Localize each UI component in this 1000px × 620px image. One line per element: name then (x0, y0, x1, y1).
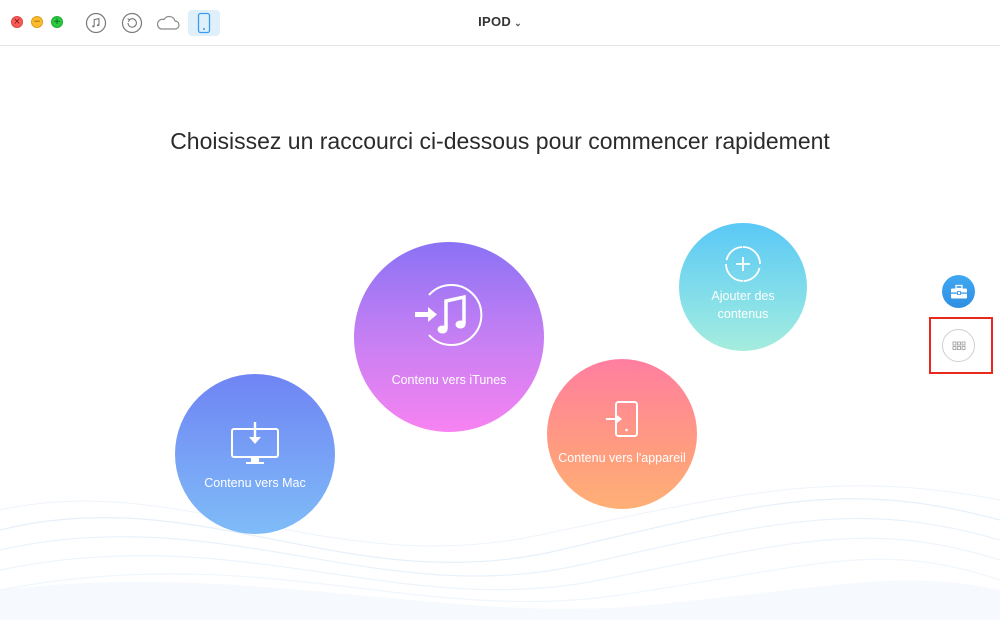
shortcut-itunes-label: Contenu vers iTunes (391, 373, 507, 387)
minimize-icon: − (33, 17, 41, 27)
window-minimize-button[interactable]: − (31, 16, 43, 28)
toolbox-icon (950, 284, 967, 298)
phone-icon (197, 12, 211, 34)
restore-toolbar-button[interactable] (116, 10, 148, 36)
device-transfer-icon (606, 401, 638, 437)
window-maximize-button[interactable]: + (51, 16, 63, 28)
maximize-icon: + (53, 17, 61, 27)
add-circle-icon (725, 246, 761, 282)
shortcut-content-to-itunes[interactable]: Contenu vers iTunes (354, 242, 544, 432)
shortcut-add-label-line2: contenus (717, 307, 769, 321)
background-wave-decoration (0, 485, 1000, 620)
shortcut-content-to-mac[interactable]: Contenu vers Mac (175, 374, 335, 534)
cloud-icon (156, 15, 180, 30)
chevron-down-icon: ⌄ (514, 18, 522, 28)
shortcut-content-to-device[interactable]: Contenu vers l'appareil (547, 359, 697, 509)
music-note-icon (85, 12, 107, 34)
toolbox-button[interactable] (942, 275, 975, 308)
window-close-button[interactable]: × (11, 16, 23, 28)
restore-icon (121, 12, 143, 34)
music-toolbar-button[interactable] (80, 10, 112, 36)
device-selector[interactable]: IPOD ⌄ (460, 14, 540, 29)
more-tools-button[interactable] (942, 329, 975, 362)
shortcut-add-content[interactable]: Ajouter des contenus (679, 223, 807, 351)
shortcut-mac-label: Contenu vers Mac (204, 476, 306, 490)
device-toolbar-button[interactable] (188, 10, 220, 36)
page-title: Choisissez un raccourci ci-dessous pour … (170, 128, 830, 154)
cloud-toolbar-button[interactable] (152, 10, 184, 36)
shortcut-add-label-line1: Ajouter des (711, 289, 775, 303)
shortcut-device-label: Contenu vers l'appareil (558, 451, 686, 465)
monitor-download-icon (231, 422, 279, 464)
itunes-transfer-icon (415, 284, 483, 346)
close-icon: × (13, 17, 21, 27)
title-bar: × − + IPOD ⌄ (0, 0, 1000, 46)
grid-dots-icon (952, 341, 965, 350)
device-name: IPOD (478, 14, 512, 29)
